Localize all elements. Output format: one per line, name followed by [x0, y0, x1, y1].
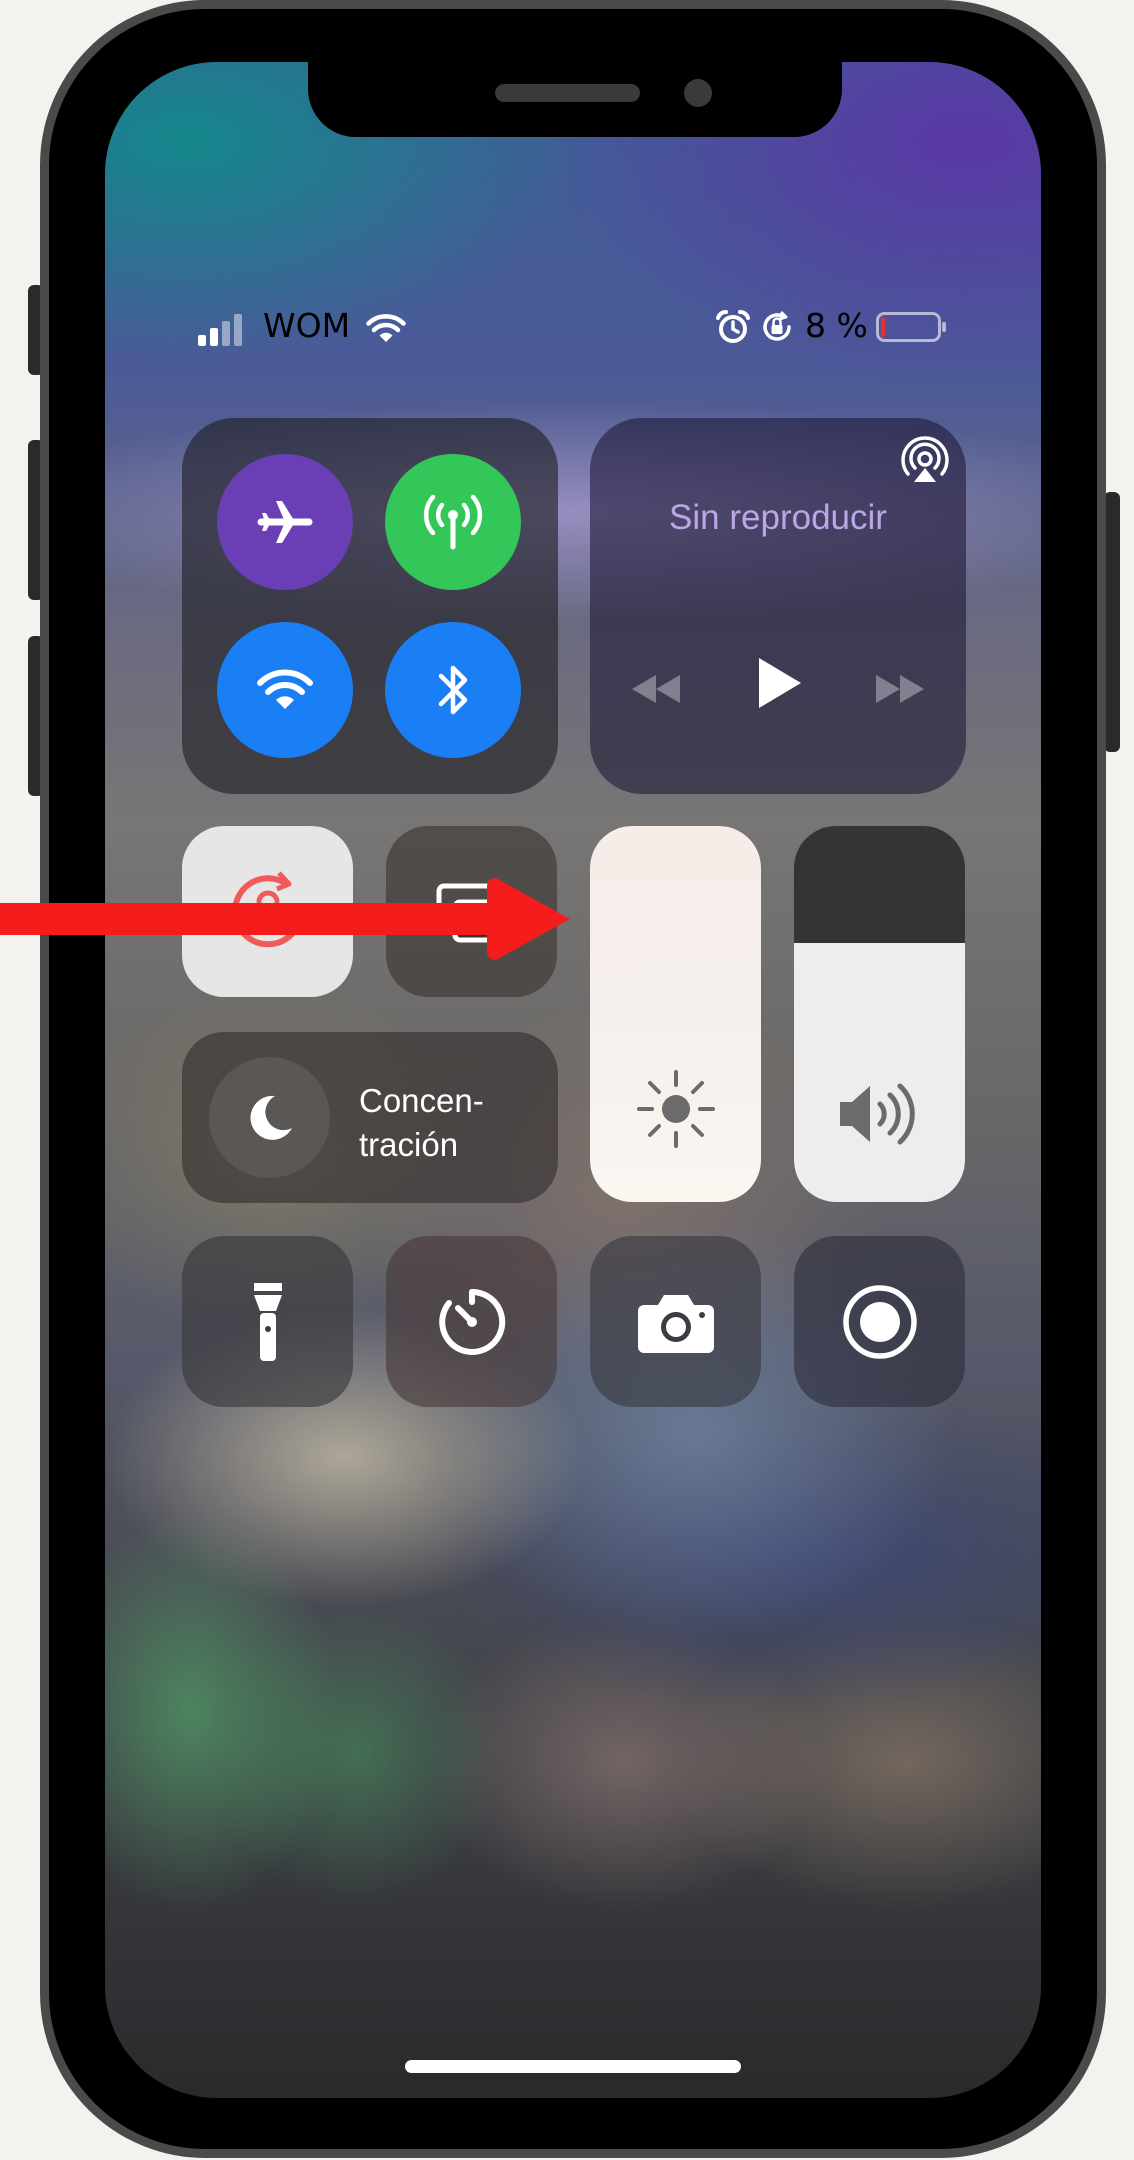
focus-button[interactable]: Concen- tración	[182, 1032, 558, 1203]
connectivity-panel	[182, 418, 558, 794]
fast-forward-button[interactable]	[872, 671, 928, 711]
home-indicator[interactable]	[405, 2060, 741, 2073]
control-center-screen: WOM 8 % Sin reproducir Concen- tración	[105, 62, 1041, 2098]
earpiece-speaker	[495, 84, 640, 102]
bluetooth-button[interactable]	[385, 622, 521, 758]
focus-label-line2: tración	[359, 1126, 459, 1163]
bluetooth-icon	[438, 665, 468, 715]
play-button[interactable]	[755, 655, 805, 715]
cellular-signal-icon	[198, 314, 242, 346]
rewind-icon	[632, 675, 680, 703]
focus-icon-circle	[209, 1057, 330, 1178]
carrier-name: WOM	[263, 306, 351, 345]
moon-icon	[249, 1095, 292, 1140]
media-player-panel: Sin reproducir	[590, 418, 966, 794]
camera-icon	[637, 1294, 714, 1353]
cellular-data-button[interactable]	[385, 454, 521, 590]
sun-icon	[636, 1070, 715, 1148]
airplane-mode-button[interactable]	[217, 454, 353, 590]
signal-bar	[198, 335, 206, 346]
focus-label: Concen- tración	[359, 1079, 484, 1167]
timer-button[interactable]	[386, 1236, 557, 1407]
screen-record-button[interactable]	[794, 1236, 965, 1407]
power-button	[1104, 492, 1120, 752]
play-icon	[759, 658, 801, 708]
screen-record-icon	[842, 1284, 917, 1359]
timer-icon	[438, 1288, 505, 1355]
fast-forward-icon	[876, 675, 924, 703]
orientation-lock-status-icon	[759, 309, 795, 349]
cellular-antenna-icon	[423, 494, 483, 550]
airplane-icon	[257, 501, 313, 543]
annotation-arrow	[0, 878, 570, 960]
speaker-icon	[839, 1083, 915, 1145]
signal-bar	[222, 321, 230, 346]
battery-percentage: 8 %	[805, 306, 868, 345]
brightness-icon-wrap	[590, 1064, 761, 1154]
focus-label-line1: Concen-	[359, 1082, 484, 1119]
front-camera	[684, 79, 712, 107]
signal-bar	[210, 328, 218, 346]
signal-bar	[234, 314, 242, 346]
battery-icon	[876, 312, 948, 346]
volume-level-fill	[794, 942, 965, 1202]
alarm-icon	[715, 309, 751, 349]
volume-slider[interactable]	[794, 826, 965, 1202]
rewind-button[interactable]	[628, 671, 684, 711]
wifi-button[interactable]	[217, 622, 353, 758]
airplay-icon[interactable]	[900, 436, 950, 490]
brightness-slider[interactable]	[590, 826, 761, 1202]
camera-button[interactable]	[590, 1236, 761, 1407]
wifi-icon	[257, 669, 313, 709]
flashlight-button[interactable]	[182, 1236, 353, 1407]
now-playing-title: Sin reproducir	[669, 498, 887, 537]
flashlight-icon	[253, 1282, 282, 1361]
volume-icon-wrap	[794, 1074, 965, 1154]
status-wifi-icon	[366, 312, 406, 348]
